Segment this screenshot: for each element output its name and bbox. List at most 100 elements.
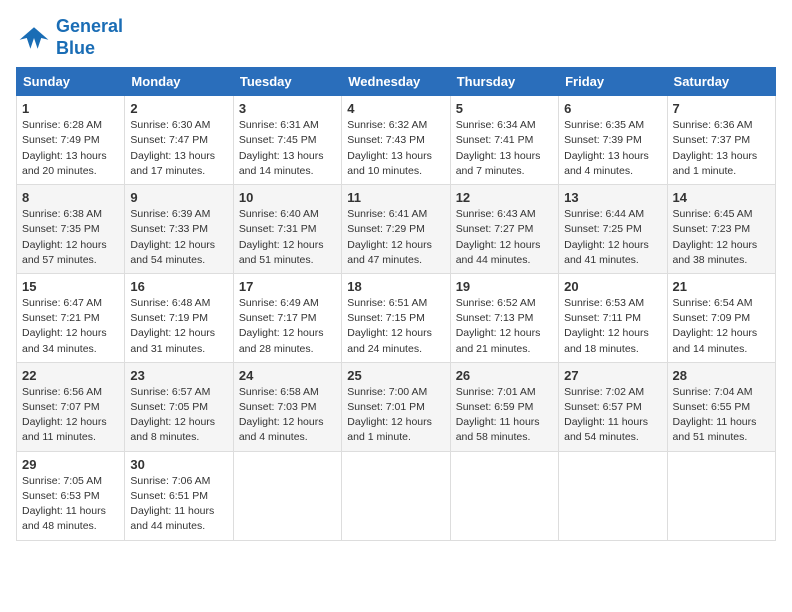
calendar-cell <box>233 451 341 540</box>
day-number: 18 <box>347 279 444 294</box>
calendar-cell: 5Sunrise: 6:34 AMSunset: 7:41 PMDaylight… <box>450 96 558 185</box>
calendar-cell: 23 Sunrise: 6:57 AMSunset: 7:05 PMDayligh… <box>125 362 233 451</box>
day-info: Sunrise: 6:52 AMSunset: 7:13 PMDaylight:… <box>456 296 553 357</box>
day-info: Sunrise: 7:06 AMSunset: 6:51 PMDaylight:… <box>130 474 227 535</box>
calendar-cell <box>342 451 450 540</box>
day-number: 22 <box>22 368 119 383</box>
calendar-cell: 13 Sunrise: 6:44 AMSunset: 7:25 PMDayligh… <box>559 185 667 274</box>
day-number: 26 <box>456 368 553 383</box>
day-number: 13 <box>564 190 661 205</box>
day-info: Sunrise: 7:05 AMSunset: 6:53 PMDaylight:… <box>22 474 119 535</box>
calendar-cell: 29 Sunrise: 7:05 AMSunset: 6:53 PMDayligh… <box>17 451 125 540</box>
col-header-wednesday: Wednesday <box>342 68 450 96</box>
day-number: 27 <box>564 368 661 383</box>
week-row-1: 1Sunrise: 6:28 AMSunset: 7:49 PMDaylight… <box>17 96 776 185</box>
calendar-cell: 26 Sunrise: 7:01 AMSunset: 6:59 PMDayligh… <box>450 362 558 451</box>
day-number: 3 <box>239 101 336 116</box>
calendar-cell <box>559 451 667 540</box>
day-number: 8 <box>22 190 119 205</box>
day-info: Sunrise: 6:57 AMSunset: 7:05 PMDaylight:… <box>130 385 227 446</box>
calendar-cell <box>450 451 558 540</box>
day-info: Sunrise: 6:47 AMSunset: 7:21 PMDaylight:… <box>22 296 119 357</box>
day-info: Sunrise: 6:36 AMSunset: 7:37 PMDaylight:… <box>673 118 770 179</box>
day-info: Sunrise: 6:56 AMSunset: 7:07 PMDaylight:… <box>22 385 119 446</box>
day-number: 28 <box>673 368 770 383</box>
day-info: Sunrise: 6:45 AMSunset: 7:23 PMDaylight:… <box>673 207 770 268</box>
col-header-saturday: Saturday <box>667 68 775 96</box>
day-number: 7 <box>673 101 770 116</box>
day-info: Sunrise: 6:32 AMSunset: 7:43 PMDaylight:… <box>347 118 444 179</box>
day-info: Sunrise: 6:53 AMSunset: 7:11 PMDaylight:… <box>564 296 661 357</box>
calendar-cell: 15 Sunrise: 6:47 AMSunset: 7:21 PMDayligh… <box>17 273 125 362</box>
day-number: 29 <box>22 457 119 472</box>
day-number: 30 <box>130 457 227 472</box>
calendar-cell: 18 Sunrise: 6:51 AMSunset: 7:15 PMDayligh… <box>342 273 450 362</box>
day-info: Sunrise: 6:31 AMSunset: 7:45 PMDaylight:… <box>239 118 336 179</box>
calendar-cell: 25 Sunrise: 7:00 AMSunset: 7:01 PMDayligh… <box>342 362 450 451</box>
calendar-table: SundayMondayTuesdayWednesdayThursdayFrid… <box>16 67 776 540</box>
calendar-cell: 19Sunrise: 6:52 AMSunset: 7:13 PMDayligh… <box>450 273 558 362</box>
calendar-cell: 10 Sunrise: 6:40 AMSunset: 7:31 PMDayligh… <box>233 185 341 274</box>
day-info: Sunrise: 6:51 AMSunset: 7:15 PMDaylight:… <box>347 296 444 357</box>
calendar-cell: 12 Sunrise: 6:43 AMSunset: 7:27 PMDayligh… <box>450 185 558 274</box>
day-info: Sunrise: 6:48 AMSunset: 7:19 PMDaylight:… <box>130 296 227 357</box>
day-info: Sunrise: 6:30 AMSunset: 7:47 PMDaylight:… <box>130 118 227 179</box>
col-header-monday: Monday <box>125 68 233 96</box>
day-info: Sunrise: 6:28 AMSunset: 7:49 PMDaylight:… <box>22 118 119 179</box>
day-info: Sunrise: 6:44 AMSunset: 7:25 PMDaylight:… <box>564 207 661 268</box>
day-number: 15 <box>22 279 119 294</box>
calendar-cell: 17Sunrise: 6:49 AMSunset: 7:17 PMDayligh… <box>233 273 341 362</box>
calendar-cell: 14Sunrise: 6:45 AMSunset: 7:23 PMDayligh… <box>667 185 775 274</box>
logo: General Blue <box>16 16 123 59</box>
calendar-cell: 6 Sunrise: 6:35 AMSunset: 7:39 PMDaylight… <box>559 96 667 185</box>
calendar-cell: 27Sunrise: 7:02 AMSunset: 6:57 PMDayligh… <box>559 362 667 451</box>
week-row-2: 8 Sunrise: 6:38 AMSunset: 7:35 PMDaylight… <box>17 185 776 274</box>
calendar-cell: 8 Sunrise: 6:38 AMSunset: 7:35 PMDaylight… <box>17 185 125 274</box>
calendar-cell: 24 Sunrise: 6:58 AMSunset: 7:03 PMDayligh… <box>233 362 341 451</box>
week-row-3: 15 Sunrise: 6:47 AMSunset: 7:21 PMDayligh… <box>17 273 776 362</box>
day-info: Sunrise: 6:40 AMSunset: 7:31 PMDaylight:… <box>239 207 336 268</box>
day-number: 9 <box>130 190 227 205</box>
calendar-cell: 7 Sunrise: 6:36 AMSunset: 7:37 PMDaylight… <box>667 96 775 185</box>
calendar-cell: 22 Sunrise: 6:56 AMSunset: 7:07 PMDayligh… <box>17 362 125 451</box>
day-info: Sunrise: 7:01 AMSunset: 6:59 PMDaylight:… <box>456 385 553 446</box>
day-number: 4 <box>347 101 444 116</box>
day-info: Sunrise: 6:58 AMSunset: 7:03 PMDaylight:… <box>239 385 336 446</box>
day-info: Sunrise: 6:41 AMSunset: 7:29 PMDaylight:… <box>347 207 444 268</box>
day-info: Sunrise: 6:39 AMSunset: 7:33 PMDaylight:… <box>130 207 227 268</box>
calendar-cell: 11 Sunrise: 6:41 AMSunset: 7:29 PMDayligh… <box>342 185 450 274</box>
day-info: Sunrise: 7:00 AMSunset: 7:01 PMDaylight:… <box>347 385 444 446</box>
col-header-sunday: Sunday <box>17 68 125 96</box>
day-number: 21 <box>673 279 770 294</box>
col-header-thursday: Thursday <box>450 68 558 96</box>
calendar-cell: 9 Sunrise: 6:39 AMSunset: 7:33 PMDaylight… <box>125 185 233 274</box>
calendar-cell: 20Sunrise: 6:53 AMSunset: 7:11 PMDayligh… <box>559 273 667 362</box>
logo-icon <box>16 20 52 56</box>
col-header-tuesday: Tuesday <box>233 68 341 96</box>
calendar-cell <box>667 451 775 540</box>
day-number: 10 <box>239 190 336 205</box>
day-info: Sunrise: 6:49 AMSunset: 7:17 PMDaylight:… <box>239 296 336 357</box>
day-number: 11 <box>347 190 444 205</box>
day-info: Sunrise: 6:43 AMSunset: 7:27 PMDaylight:… <box>456 207 553 268</box>
day-number: 6 <box>564 101 661 116</box>
day-number: 2 <box>130 101 227 116</box>
day-number: 12 <box>456 190 553 205</box>
day-number: 24 <box>239 368 336 383</box>
day-number: 16 <box>130 279 227 294</box>
logo-text: General Blue <box>56 16 123 59</box>
week-row-5: 29 Sunrise: 7:05 AMSunset: 6:53 PMDayligh… <box>17 451 776 540</box>
calendar-cell: 28 Sunrise: 7:04 AMSunset: 6:55 PMDayligh… <box>667 362 775 451</box>
day-info: Sunrise: 6:35 AMSunset: 7:39 PMDaylight:… <box>564 118 661 179</box>
day-number: 5 <box>456 101 553 116</box>
calendar-cell: 30 Sunrise: 7:06 AMSunset: 6:51 PMDayligh… <box>125 451 233 540</box>
page-header: General Blue <box>16 16 776 59</box>
day-number: 23 <box>130 368 227 383</box>
calendar-cell: 1Sunrise: 6:28 AMSunset: 7:49 PMDaylight… <box>17 96 125 185</box>
calendar-cell: 2 Sunrise: 6:30 AMSunset: 7:47 PMDaylight… <box>125 96 233 185</box>
day-info: Sunrise: 7:04 AMSunset: 6:55 PMDaylight:… <box>673 385 770 446</box>
day-number: 25 <box>347 368 444 383</box>
calendar-cell: 16 Sunrise: 6:48 AMSunset: 7:19 PMDayligh… <box>125 273 233 362</box>
day-info: Sunrise: 6:38 AMSunset: 7:35 PMDaylight:… <box>22 207 119 268</box>
calendar-cell: 21Sunrise: 6:54 AMSunset: 7:09 PMDayligh… <box>667 273 775 362</box>
